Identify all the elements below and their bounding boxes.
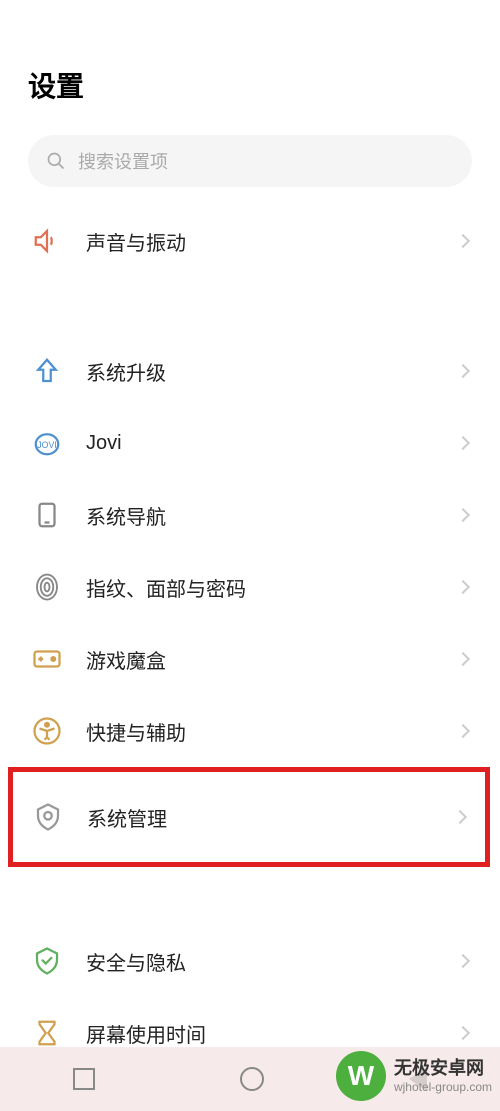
settings-item-sound[interactable]: 声音与振动 [0, 205, 500, 277]
settings-item-security[interactable]: 安全与隐私 [0, 925, 500, 997]
item-label: 游戏魔盒 [86, 645, 458, 674]
settings-item-gamebox[interactable]: 游戏魔盒 [0, 623, 500, 695]
security-icon [32, 946, 62, 976]
chevron-right-icon [456, 508, 470, 522]
svg-text:JOVI: JOVI [37, 440, 56, 450]
chevron-right-icon [456, 580, 470, 594]
section-divider [0, 277, 500, 335]
nav-recent-button[interactable] [73, 1068, 95, 1090]
settings-item-jovi[interactable]: JOVI Jovi [0, 407, 500, 479]
item-label: 安全与隐私 [86, 947, 458, 976]
accessibility-icon [32, 716, 62, 746]
search-input[interactable]: 搜索设置项 [28, 135, 472, 187]
item-label: 声音与振动 [86, 227, 458, 256]
chevron-right-icon [456, 364, 470, 378]
item-label: 快捷与辅助 [86, 717, 458, 746]
page-title: 设置 [28, 65, 472, 105]
settings-item-shortcut[interactable]: 快捷与辅助 [0, 695, 500, 767]
item-label: 系统导航 [86, 501, 458, 530]
sound-icon [32, 226, 62, 256]
settings-item-biometric[interactable]: 指纹、面部与密码 [0, 551, 500, 623]
watermark-logo: W [336, 1051, 386, 1101]
settings-item-navigation[interactable]: 系统导航 [0, 479, 500, 551]
chevron-right-icon [456, 436, 470, 450]
gamebox-icon [32, 644, 62, 674]
navigation-icon [32, 500, 62, 530]
item-label: 系统升级 [86, 357, 458, 386]
nav-home-button[interactable] [240, 1067, 264, 1091]
item-label: 指纹、面部与密码 [86, 573, 458, 602]
jovi-icon: JOVI [32, 428, 62, 458]
chevron-right-icon [456, 1026, 470, 1040]
watermark-main: 无极安卓网 [394, 1058, 492, 1080]
item-label: 系统管理 [87, 803, 455, 832]
chevron-right-icon [456, 234, 470, 248]
search-icon [46, 151, 66, 171]
system-manage-icon [33, 802, 63, 832]
search-placeholder: 搜索设置项 [78, 148, 168, 174]
watermark: W 无极安卓网 wjhotel-group.com [336, 1051, 492, 1101]
upgrade-icon [32, 356, 62, 386]
section-divider [0, 867, 500, 925]
fingerprint-icon [32, 572, 62, 602]
page-header: 设置 [0, 0, 500, 125]
chevron-right-icon [456, 954, 470, 968]
chevron-right-icon [456, 652, 470, 666]
screentime-icon [32, 1018, 62, 1048]
chevron-right-icon [456, 724, 470, 738]
item-label: Jovi [86, 432, 458, 455]
settings-item-upgrade[interactable]: 系统升级 [0, 335, 500, 407]
item-label: 屏幕使用时间 [86, 1019, 458, 1048]
settings-item-sysmanage[interactable]: 系统管理 [8, 767, 490, 867]
chevron-right-icon [453, 810, 467, 824]
watermark-sub: wjhotel-group.com [394, 1080, 492, 1094]
